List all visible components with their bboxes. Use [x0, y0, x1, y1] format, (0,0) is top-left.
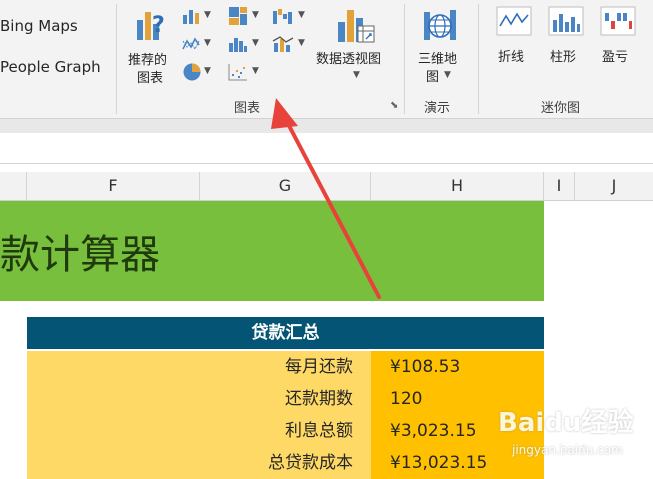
watermark-url: jingyan.baidu.com: [512, 443, 623, 457]
watermark-logo: Baidu经验: [498, 408, 634, 438]
annotation-arrow: [271, 98, 381, 299]
